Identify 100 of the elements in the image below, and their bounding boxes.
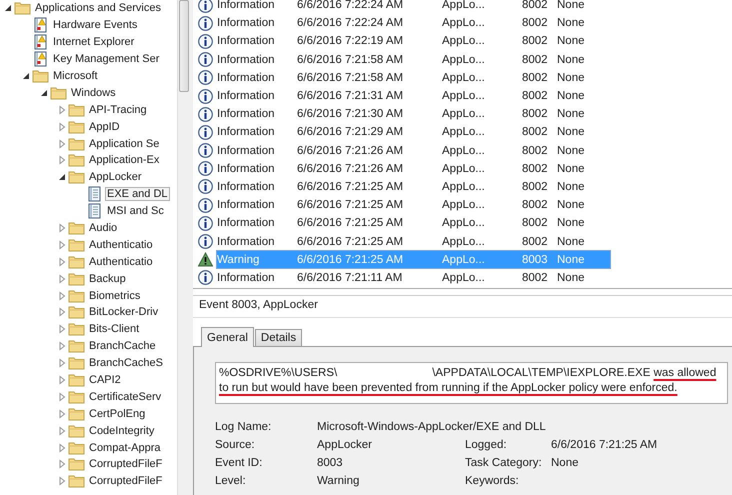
field-value: 6/6/2016 7:21:25 AM [551, 439, 658, 451]
event-row[interactable]: Information 6/6/2016 7:21:26 AM AppLo... 8002 None [216, 141, 611, 160]
event-row[interactable]: Information 6/6/2016 7:21:25 AM AppLo... 8002 None [216, 196, 611, 215]
folder-icon [68, 272, 85, 286]
info-icon [198, 70, 213, 86]
event-row[interactable]: Information 6/6/2016 7:21:58 AM AppLo... 8002 None [216, 50, 611, 70]
collapsed-arrow-icon[interactable] [57, 392, 68, 402]
source-cell-text: AppLo... [442, 144, 486, 157]
tree-item[interactable]: Authenticatio [87, 254, 155, 269]
event-row[interactable]: Information 6/6/2016 7:21:31 AM AppLo... 8002 None [216, 86, 611, 106]
tree-item[interactable]: Microsoft [51, 69, 100, 83]
collapsed-arrow-icon[interactable] [57, 240, 68, 250]
folder-icon [68, 373, 85, 388]
tree-item[interactable]: Key Management Ser [51, 52, 162, 66]
event-row[interactable]: Information 6/6/2016 7:22:24 AM AppLo... 8002 None [216, 14, 611, 33]
field-label: Keywords: [465, 475, 520, 487]
collapsed-arrow-icon[interactable] [57, 104, 68, 115]
tree-item[interactable]: Compat-Appra [87, 440, 163, 455]
field-value: 8003 [317, 457, 344, 469]
task-cell: None [557, 72, 584, 84]
tree-item[interactable]: CodeIntegrity [87, 424, 156, 438]
collapsed-arrow-icon[interactable] [57, 442, 68, 453]
tree-item[interactable]: CertPolEng [87, 406, 148, 421]
tree-item[interactable]: MSI and Sc [105, 204, 166, 218]
event-row[interactable]: Information 6/6/2016 7:21:58 AM AppLo... 8002 None [216, 68, 611, 88]
event-row[interactable]: Information 6/6/2016 7:21:25 AM AppLo... 8002 None [216, 232, 611, 252]
tab[interactable]: Details [254, 329, 302, 346]
event-row[interactable]: Information 6/6/2016 7:21:26 AM AppLo... 8002 None [216, 159, 611, 178]
tree-item[interactable]: Internet Explorer [51, 35, 136, 50]
field-value: AppLocker [317, 439, 373, 451]
tree-item[interactable]: API-Tracing [87, 102, 149, 117]
expanded-arrow-icon[interactable] [21, 71, 32, 81]
collapsed-arrow-icon[interactable] [57, 408, 68, 419]
tree-item[interactable]: Backup [87, 272, 128, 286]
level-cell-text: Information [217, 90, 276, 102]
scrollbar[interactable] [177, 0, 190, 495]
tree-item[interactable]: Windows [69, 86, 118, 100]
field-label: Log Name: [215, 421, 272, 433]
folder-icon [68, 305, 85, 320]
tree-item[interactable]: Application-Ex [87, 153, 162, 168]
event-id-cell-text: 8002 [522, 54, 549, 66]
task-cell: None [557, 144, 584, 157]
collapsed-arrow-icon[interactable] [57, 459, 68, 470]
event-id-cell-text: 8002 [522, 17, 549, 30]
tree-item[interactable]: Application Se [87, 136, 162, 151]
tree-item[interactable]: Hardware Events [51, 18, 140, 32]
collapsed-arrow-icon[interactable] [57, 290, 68, 301]
task-cell: None [557, 0, 584, 12]
event-row[interactable]: Information 6/6/2016 7:21:30 AM AppLo... 8002 None [216, 104, 611, 124]
event-id-cell-text: 8002 [522, 72, 549, 84]
tree-item[interactable]: Biometrics [87, 288, 142, 303]
collapsed-arrow-icon[interactable] [57, 122, 68, 132]
tree-item[interactable]: Authenticatio [87, 238, 155, 252]
folder-icon [68, 153, 85, 168]
collapsed-arrow-icon[interactable] [57, 375, 68, 386]
tree-item[interactable]: BranchCache [87, 339, 158, 354]
event-row[interactable]: Information 6/6/2016 7:21:25 AM AppLo... 8002 None [216, 214, 611, 233]
collapsed-arrow-icon[interactable] [57, 138, 68, 149]
event-row[interactable]: Information 6/6/2016 7:21:29 AM AppLo... 8002 None [216, 122, 611, 142]
collapsed-arrow-icon[interactable] [57, 341, 68, 352]
event-row[interactable]: Information 6/6/2016 7:21:11 AM AppLo... 8002 None [216, 268, 611, 288]
folder-icon [68, 424, 85, 438]
tree-item[interactable]: CertificateServ [87, 390, 164, 404]
tree-item[interactable]: Applications and Services [33, 1, 163, 16]
tree-item[interactable]: Audio [87, 221, 120, 236]
tree-item[interactable]: BitLocker-Driv [87, 305, 160, 320]
source-cell-text: AppLo... [442, 126, 486, 138]
tree-item[interactable]: AppID [87, 120, 122, 134]
collapsed-arrow-icon[interactable] [57, 426, 68, 436]
source-cell-text: AppLo... [442, 236, 486, 248]
expanded-arrow-icon[interactable] [57, 172, 68, 182]
source-cell-text: AppLo... [442, 108, 486, 120]
expanded-arrow-icon[interactable] [3, 3, 14, 14]
collapsed-arrow-icon[interactable] [57, 476, 68, 486]
tree-item[interactable]: EXE and DL [105, 187, 170, 202]
collapsed-arrow-icon[interactable] [57, 358, 68, 368]
expanded-arrow-icon[interactable] [39, 88, 50, 98]
collapsed-arrow-icon[interactable] [57, 155, 68, 166]
task-cell: None [557, 217, 584, 230]
tab[interactable]: General [201, 327, 254, 347]
task-cell: None [557, 272, 584, 284]
tree-item[interactable]: AppLocker [87, 170, 144, 184]
collapsed-arrow-icon[interactable] [57, 223, 68, 234]
event-row[interactable]: Information 6/6/2016 7:21:25 AM AppLo... 8002 None [216, 177, 611, 196]
folder-icon [68, 238, 85, 252]
collapsed-arrow-icon[interactable] [57, 274, 68, 284]
source-cell-text: AppLo... [442, 217, 486, 230]
log-icon [88, 203, 102, 220]
event-row[interactable]: Information 6/6/2016 7:22:19 AM AppLo... 8002 None [216, 32, 611, 51]
collapsed-arrow-icon[interactable] [57, 256, 68, 267]
tree-item[interactable]: CorruptedFileF [87, 474, 164, 488]
info-icon [198, 216, 213, 231]
field-label: Source: [215, 439, 256, 451]
collapsed-arrow-icon[interactable] [57, 324, 68, 334]
tree-item[interactable]: Bits-Client [87, 322, 142, 336]
event-row[interactable]: Information 6/6/2016 7:22:24 AM AppLo... 8002 None [216, 0, 611, 15]
tree-item[interactable]: CAPI2 [87, 373, 123, 388]
collapsed-arrow-icon[interactable] [57, 307, 68, 318]
tree-item[interactable]: BranchCacheS [87, 356, 165, 370]
tree-item[interactable]: CorruptedFileF [87, 457, 164, 472]
